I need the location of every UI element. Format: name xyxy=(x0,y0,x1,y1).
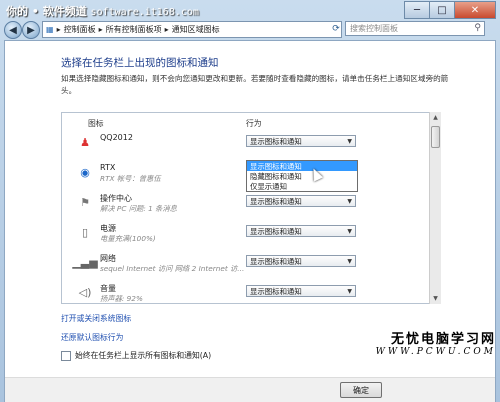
dropdown-option-show[interactable]: 显示图标和通知 xyxy=(247,161,357,171)
list-item-power: ▯ 电源 电量充满(100%) 显示图标和通知 ▼ xyxy=(62,221,422,251)
list-item-qq: ♟ QQ2012 显示图标和通知 ▼ xyxy=(62,131,422,161)
refresh-icon[interactable]: ⟳ xyxy=(330,21,342,36)
navigation-bar: ◀ ▶ ▦ ▸ 控制面板 ▸ 所有控制面板项 ▸ 通知区域图标 ⟳ 搜索控制面板… xyxy=(0,20,500,40)
watermark-site: software.it168.com xyxy=(90,7,199,18)
forward-button[interactable]: ▶ xyxy=(22,21,40,39)
logo-url: WWW.PCWU.COM xyxy=(375,347,496,357)
item-subtext: RTX 帐号：曾惠伍 xyxy=(100,174,161,183)
always-show-checkbox-row[interactable]: 始终在任务栏上显示所有图标和通知(A) xyxy=(61,350,211,361)
close-button[interactable]: ✕ xyxy=(454,1,496,19)
search-icon[interactable]: ⚲ xyxy=(474,23,481,33)
dialog-footer: 确定 xyxy=(5,377,495,402)
item-subtext: 扬声器: 92% xyxy=(100,294,143,303)
system-icons-link[interactable]: 打开或关闭系统图标 xyxy=(61,313,131,324)
behavior-select[interactable]: 显示图标和通知 ▼ xyxy=(246,135,356,147)
dropdown-option-notify-only[interactable]: 仅显示通知 xyxy=(247,181,357,191)
maximize-button[interactable]: □ xyxy=(429,1,455,19)
item-name: RTX xyxy=(100,163,116,172)
breadcrumb-separator-icon: ▸ xyxy=(56,25,61,34)
ok-button[interactable]: 确定 xyxy=(340,382,382,398)
behavior-select[interactable]: 显示图标和通知 ▼ xyxy=(246,225,356,237)
behavior-value: 显示图标和通知 xyxy=(250,226,302,236)
item-name: 音量 xyxy=(100,284,116,293)
window-controls: ─ □ ✕ xyxy=(404,1,496,19)
breadcrumb-all-items[interactable]: 所有控制面板项 xyxy=(106,24,162,35)
behavior-value: 显示图标和通知 xyxy=(250,256,302,266)
flag-icon: ⚑ xyxy=(80,195,90,209)
watermark-text: 你的 • 软件频道 xyxy=(6,5,87,18)
item-name: 电源 xyxy=(100,224,116,233)
column-header-icon: 图标 xyxy=(88,119,104,128)
item-name: 网络 xyxy=(100,254,116,263)
watermark: 你的 • 软件频道 software.it168.com xyxy=(6,3,199,19)
breadcrumb-separator-icon: ▸ xyxy=(164,25,169,34)
item-name: 操作中心 xyxy=(100,194,132,203)
behavior-value: 显示图标和通知 xyxy=(250,196,302,206)
scroll-up-icon[interactable]: ▲ xyxy=(431,113,440,122)
item-subtext: sequel Internet 访问 网络 2 Internet 访... xyxy=(100,264,245,273)
chevron-down-icon: ▼ xyxy=(347,258,352,265)
rtx-icon: ◉ xyxy=(80,165,90,179)
chevron-down-icon: ▼ xyxy=(347,288,352,295)
always-show-checkbox[interactable] xyxy=(61,350,71,361)
breadcrumb-notification-icons[interactable]: 通知区域图标 xyxy=(172,24,220,35)
power-icon: ▯ xyxy=(81,225,89,239)
list-scrollbar[interactable]: ▲ ▼ xyxy=(429,112,441,304)
list-item-volume: ◁) 音量 扬声器: 92% 显示图标和通知 ▼ xyxy=(62,281,422,303)
behavior-select[interactable]: 显示图标和通知 ▼ xyxy=(246,255,356,267)
logo-name: 无忧电脑学习网 xyxy=(390,332,496,347)
icon-list-panel: 图标 行为 ♟ QQ2012 显示图标和通知 ▼ ◉ RTX RTX 帐号：曾惠… xyxy=(61,112,441,304)
breadcrumb-separator-icon: ▸ xyxy=(98,25,103,34)
behavior-dropdown-list: 显示图标和通知 隐藏图标和通知 仅显示通知 xyxy=(246,160,358,192)
always-show-label: 始终在任务栏上显示所有图标和通知(A) xyxy=(75,351,212,360)
behavior-value: 显示图标和通知 xyxy=(250,136,302,146)
item-subtext: 解决 PC 问题: 1 条消息 xyxy=(100,204,177,213)
behavior-select[interactable]: 显示图标和通知 ▼ xyxy=(246,195,356,207)
scroll-thumb[interactable] xyxy=(431,126,440,148)
behavior-value: 显示图标和通知 xyxy=(250,286,302,296)
behavior-select[interactable]: 显示图标和通知 ▼ xyxy=(246,285,356,297)
back-button[interactable]: ◀ xyxy=(4,21,22,39)
chevron-down-icon: ▼ xyxy=(347,198,352,205)
list-item-network: ▁▃▅ 网络 sequel Internet 访问 网络 2 Internet … xyxy=(62,251,422,281)
item-subtext: 电量充满(100%) xyxy=(100,234,156,243)
address-bar[interactable]: ▦ ▸ 控制面板 ▸ 所有控制面板项 ▸ 通知区域图标 xyxy=(42,21,342,38)
breadcrumb-control-panel[interactable]: 控制面板 xyxy=(64,24,96,35)
chevron-down-icon: ▼ xyxy=(347,138,352,145)
site-logo: 无忧电脑学习网 WWW.PCWU.COM xyxy=(376,328,496,357)
list-item-rtx: ◉ RTX RTX 帐号：曾惠伍 xyxy=(62,161,422,191)
minimize-button[interactable]: ─ xyxy=(404,1,430,19)
qq-icon: ♟ xyxy=(80,135,90,149)
scroll-down-icon[interactable]: ▼ xyxy=(431,294,440,303)
control-panel-window: 你的 • 软件频道 software.it168.com ─ □ ✕ ◀ ▶ ▦… xyxy=(0,0,500,402)
control-panel-icon: ▦ xyxy=(46,25,54,34)
network-icon: ▁▃▅ xyxy=(72,255,98,269)
speaker-icon: ◁) xyxy=(78,285,92,299)
restore-defaults-link[interactable]: 还原默认图标行为 xyxy=(61,332,123,343)
page-title: 选择在任务栏上出现的图标和通知 xyxy=(61,57,219,69)
page-description: 如果选择隐藏图标和通知，则不会向您通知更改和更新。若要随时查看隐藏的图标，请单击… xyxy=(61,74,449,95)
chevron-down-icon: ▼ xyxy=(347,228,352,235)
search-input[interactable]: 搜索控制面板 ⚲ xyxy=(345,21,485,36)
list-item-action-center: ⚑ 操作中心 解决 PC 问题: 1 条消息 显示图标和通知 ▼ xyxy=(62,191,422,221)
item-name: QQ2012 xyxy=(100,133,133,142)
dropdown-option-hide[interactable]: 隐藏图标和通知 xyxy=(247,171,357,181)
search-placeholder: 搜索控制面板 xyxy=(350,24,398,33)
column-header-behavior: 行为 xyxy=(246,119,262,128)
